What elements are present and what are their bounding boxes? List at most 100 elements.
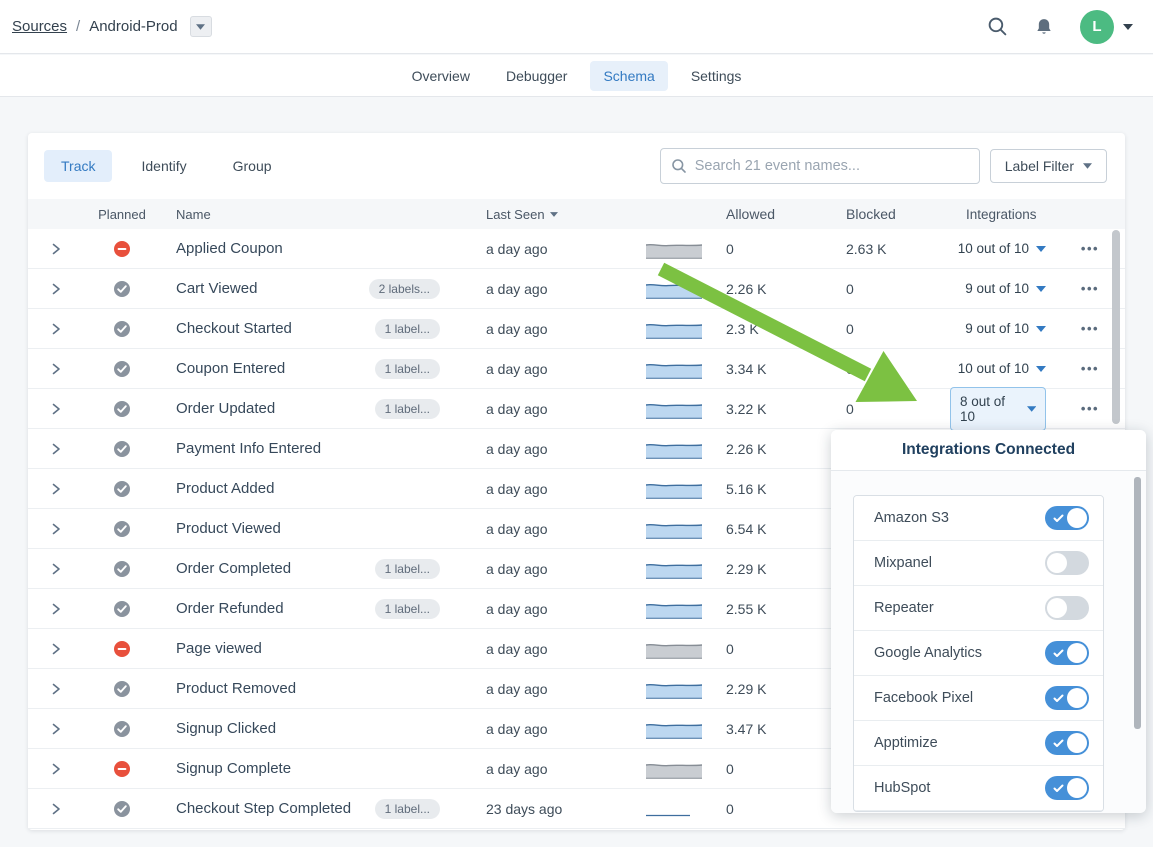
event-name[interactable]: Checkout Started [176,320,292,337]
planned-check-icon [113,360,131,378]
event-name[interactable]: Order Refunded [176,600,284,617]
chevron-right-icon [51,362,61,376]
avatar[interactable]: L [1080,10,1114,44]
breadcrumb-sources-link[interactable]: Sources [12,18,67,35]
tab-debugger[interactable]: Debugger [493,61,581,91]
row-expander[interactable] [51,562,61,576]
integrations-list: Amazon S3 Mixpanel Repeater Google Analy… [853,495,1104,812]
event-volume-sparkline [646,559,702,579]
search-button[interactable] [987,16,1008,37]
row-expander[interactable] [51,362,61,376]
event-name[interactable]: Payment Info Entered [176,440,321,457]
integrations-dropdown[interactable]: 10 out of 10 [958,241,1046,256]
label-badge[interactable]: 2 labels... [369,279,440,299]
row-expander[interactable] [51,522,61,536]
tab-group[interactable]: Group [216,150,289,182]
chevron-right-icon [51,442,61,456]
label-filter-button[interactable]: Label Filter [990,149,1107,183]
integration-toggle[interactable] [1045,596,1089,620]
row-expander[interactable] [51,402,61,416]
row-menu-button[interactable]: ••• [1081,321,1099,336]
planned-check-icon [113,320,131,338]
event-name[interactable]: Signup Complete [176,760,291,777]
integrations-dropdown[interactable]: 9 out of 10 [965,321,1046,336]
event-search-input[interactable] [695,158,969,174]
chevron-down-icon [1027,406,1036,412]
row-expander[interactable] [51,322,61,336]
account-menu[interactable]: L [1080,10,1133,44]
event-name[interactable]: Product Added [176,480,274,497]
integration-toggle[interactable] [1045,776,1089,800]
event-volume-sparkline [646,519,702,539]
label-badge[interactable]: 1 label... [375,799,440,819]
label-badge[interactable]: 1 label... [375,599,440,619]
row-expander[interactable] [51,442,61,456]
event-name[interactable]: Order Completed [176,560,291,577]
allowed-count: 3.34 K [710,349,830,388]
tab-track[interactable]: Track [44,150,112,182]
row-expander[interactable] [51,482,61,496]
integration-toggle[interactable] [1045,731,1089,755]
label-badge[interactable]: 1 label... [375,399,440,419]
table-row: Checkout Started 1 label... a day ago 2.… [28,309,1125,349]
tab-schema[interactable]: Schema [590,61,667,91]
column-header-blocked: Blocked [830,199,950,229]
tab-identify[interactable]: Identify [124,150,203,182]
row-expander[interactable] [51,682,61,696]
last-seen-value: a day ago [470,749,630,788]
tab-overview[interactable]: Overview [399,61,483,91]
check-icon [1053,649,1064,658]
sort-caret-icon [550,212,558,217]
row-menu-button[interactable]: ••• [1081,361,1099,376]
event-name[interactable]: Applied Coupon [176,240,283,257]
event-name[interactable]: Page viewed [176,640,262,657]
event-volume-sparkline [646,599,702,619]
integrations-dropdown[interactable]: 8 out of 10 [950,387,1046,431]
event-name[interactable]: Order Updated [176,400,275,417]
integration-toggle[interactable] [1045,641,1089,665]
chevron-down-icon [1036,286,1046,292]
event-name[interactable]: Checkout Step Completed [176,800,351,817]
label-badge[interactable]: 1 label... [375,559,440,579]
column-header-more-spacer [1066,199,1114,229]
allowed-count: 2.55 K [710,589,830,628]
last-seen-value: a day ago [470,709,630,748]
unplanned-minus-icon [113,640,131,658]
allowed-count: 2.29 K [710,549,830,588]
row-expander[interactable] [51,722,61,736]
row-menu-button[interactable]: ••• [1081,241,1099,256]
row-expander[interactable] [51,242,61,256]
event-name[interactable]: Coupon Entered [176,360,285,377]
sort-last-seen[interactable]: Last Seen [486,207,558,222]
table-row: Cart Viewed 2 labels... a day ago 2.26 K… [28,269,1125,309]
row-expander[interactable] [51,642,61,656]
integrations-dropdown[interactable]: 10 out of 10 [958,361,1046,376]
integration-name: Google Analytics [874,645,982,661]
chevron-right-icon [51,762,61,776]
row-menu-button[interactable]: ••• [1081,281,1099,296]
label-badge[interactable]: 1 label... [375,359,440,379]
last-seen-value: 23 days ago [470,789,630,828]
integration-toggle[interactable] [1045,551,1089,575]
tab-settings[interactable]: Settings [678,61,755,91]
integration-toggle[interactable] [1045,686,1089,710]
event-name[interactable]: Product Removed [176,680,296,697]
row-menu-button[interactable]: ••• [1081,401,1099,416]
label-badge[interactable]: 1 label... [375,319,440,339]
source-switcher-button[interactable] [190,16,212,37]
chevron-right-icon [51,802,61,816]
integrations-dropdown[interactable]: 9 out of 10 [965,281,1046,296]
table-scrollbar-thumb[interactable] [1112,230,1120,424]
integration-toggle[interactable] [1045,506,1089,530]
toolbar-right: Label Filter [660,148,1107,184]
notifications-button[interactable] [1034,16,1054,38]
row-expander[interactable] [51,602,61,616]
event-name[interactable]: Product Viewed [176,520,281,537]
planned-check-icon [113,800,131,818]
event-name[interactable]: Signup Clicked [176,720,276,737]
row-expander[interactable] [51,282,61,296]
row-expander[interactable] [51,802,61,816]
popup-scrollbar-thumb[interactable] [1134,477,1141,729]
row-expander[interactable] [51,762,61,776]
event-name[interactable]: Cart Viewed [176,280,257,297]
